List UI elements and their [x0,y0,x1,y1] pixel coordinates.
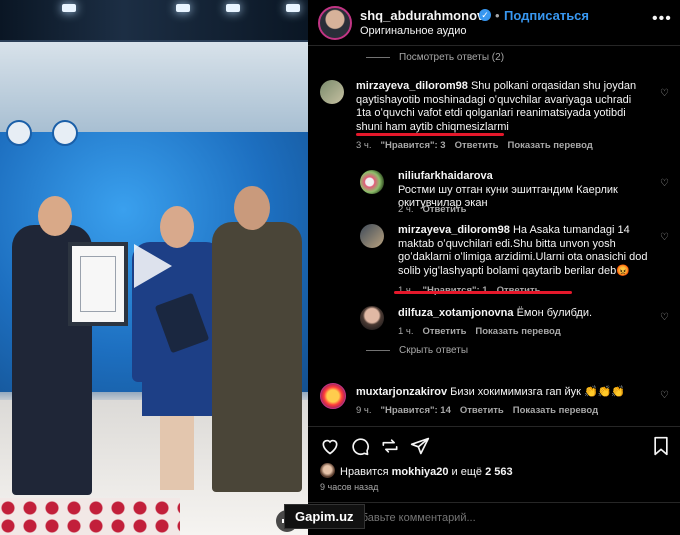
heart-icon[interactable]: ♡ [660,312,669,323]
flowers [0,498,180,535]
bookmark-icon[interactable] [652,436,672,456]
comments-panel: shq_abdurahmonov ✓ • Подписаться Оригина… [308,0,680,535]
likes-summary[interactable]: Нравится mokhiya20 и ещё 2 563 [340,466,513,478]
post-header: shq_abdurahmonov ✓ • Подписаться Оригина… [308,0,680,46]
verified-badge-icon: ✓ [479,9,491,21]
comment-username[interactable]: dilfuza_xotamjonovna [398,307,514,319]
comment-text: Бизи хокимимизга гап йук 👏👏👏 [450,386,626,398]
light-icon [226,4,240,12]
light-icon [176,4,190,12]
share-paper-plane-icon[interactable] [410,436,430,456]
play-icon[interactable] [134,244,172,288]
avatar[interactable] [360,170,384,194]
dot-separator: • [495,8,500,23]
comment-time: 2 ч. [398,204,414,215]
avatar[interactable] [360,306,384,330]
light-icon [62,4,76,12]
person-right [212,222,302,492]
avatar[interactable] [318,6,352,40]
header-username[interactable]: shq_abdurahmonov [360,8,484,23]
comment-username[interactable]: mirzayeva_dilorom98 [356,80,468,92]
comment-body: muxtarjonzakirov Бизи хокимимизга гап йу… [356,386,646,400]
comment-bubble-icon[interactable] [350,436,370,456]
comment-time: 9 ч. [356,405,372,416]
emblem-icon [52,120,78,146]
posted-time: 9 часов назад [320,482,379,492]
comment-meta: 2 ч. Ответить [398,204,475,215]
follow-button[interactable]: Подписаться [504,8,589,23]
stage-banner [0,42,308,132]
view-replies-toggle[interactable]: Посмотреть ответы (2) [366,52,504,63]
likes-middle: и ещё [451,466,483,478]
comment-meta: 1 ч. Ответить Показать перевод [398,326,570,337]
likes-user[interactable]: mokhiya20 [392,466,449,478]
person-middle-legs [160,414,194,490]
reply-button[interactable]: Ответить [423,204,467,215]
repost-icon[interactable] [380,436,400,456]
comment-meta: 3 ч. "Нравится": 3 Ответить Показать перево… [356,140,602,151]
emblem-icon [6,120,32,146]
person-left-head [38,196,72,236]
comment-username[interactable]: muxtarjonzakirov [356,386,447,398]
add-comment-input[interactable] [348,512,588,524]
action-bar [308,426,680,456]
avatar[interactable] [320,383,346,409]
comment-text: Ёмон булибди. [516,307,593,319]
light-icon [286,4,300,12]
likes-count[interactable]: "Нравится": 14 [381,405,451,416]
red-underline-annotation [394,291,572,294]
heart-icon[interactable]: ♡ [660,232,669,243]
avatar[interactable] [320,463,335,478]
comment-time: 3 ч. [356,140,372,151]
translate-button[interactable]: Показать перевод [513,405,598,416]
reply-button[interactable]: Ответить [460,405,504,416]
red-underline-annotation [356,133,504,136]
translate-button[interactable]: Показать перевод [508,140,593,151]
person-right-head [234,186,270,230]
likes-count-total[interactable]: 2 563 [485,466,513,478]
avatar[interactable] [320,80,344,104]
heart-icon[interactable]: ♡ [660,178,669,189]
comment-username[interactable]: mirzayeva_dilorom98 [398,224,510,236]
avatar[interactable] [360,224,384,248]
likes-prefix: Нравится [340,466,389,478]
translate-button[interactable]: Показать перевод [475,326,560,337]
heart-icon[interactable]: ♡ [660,88,669,99]
comment-body: mirzayeva_dilorom98 Ha Asaka tumandagi 1… [398,224,648,278]
comment-body: mirzayeva_dilorom98 Shu polkani orqasida… [356,80,646,134]
more-options-icon[interactable]: ••• [652,10,672,28]
post-media[interactable] [0,0,308,535]
audio-label[interactable]: Оригинальное аудио [360,25,467,37]
comment-body: dilfuza_xotamjonovna Ёмон булибди. [398,307,648,321]
heart-icon[interactable]: ♡ [660,390,669,401]
hide-replies-label: Скрыть ответы [399,345,469,356]
reply-button[interactable]: Ответить [423,326,467,337]
stage-lights [0,0,308,40]
reply-button[interactable]: Ответить [455,140,499,151]
person-middle-head [160,206,194,248]
watermark-logo: Gapim.uz [284,504,365,529]
hide-replies-toggle[interactable]: Скрыть ответы [366,345,468,356]
certificate-frame [68,242,128,326]
comment-username[interactable]: niliufarkhaidarova [398,170,493,182]
comment-meta: 9 ч. "Нравится": 14 Ответить Показать перев… [356,405,607,416]
comment-time: 1 ч. [398,326,414,337]
likes-count[interactable]: "Нравится": 3 [381,140,446,151]
view-replies-label: Посмотреть ответы (2) [399,52,505,63]
like-heart-icon[interactable] [320,436,340,456]
